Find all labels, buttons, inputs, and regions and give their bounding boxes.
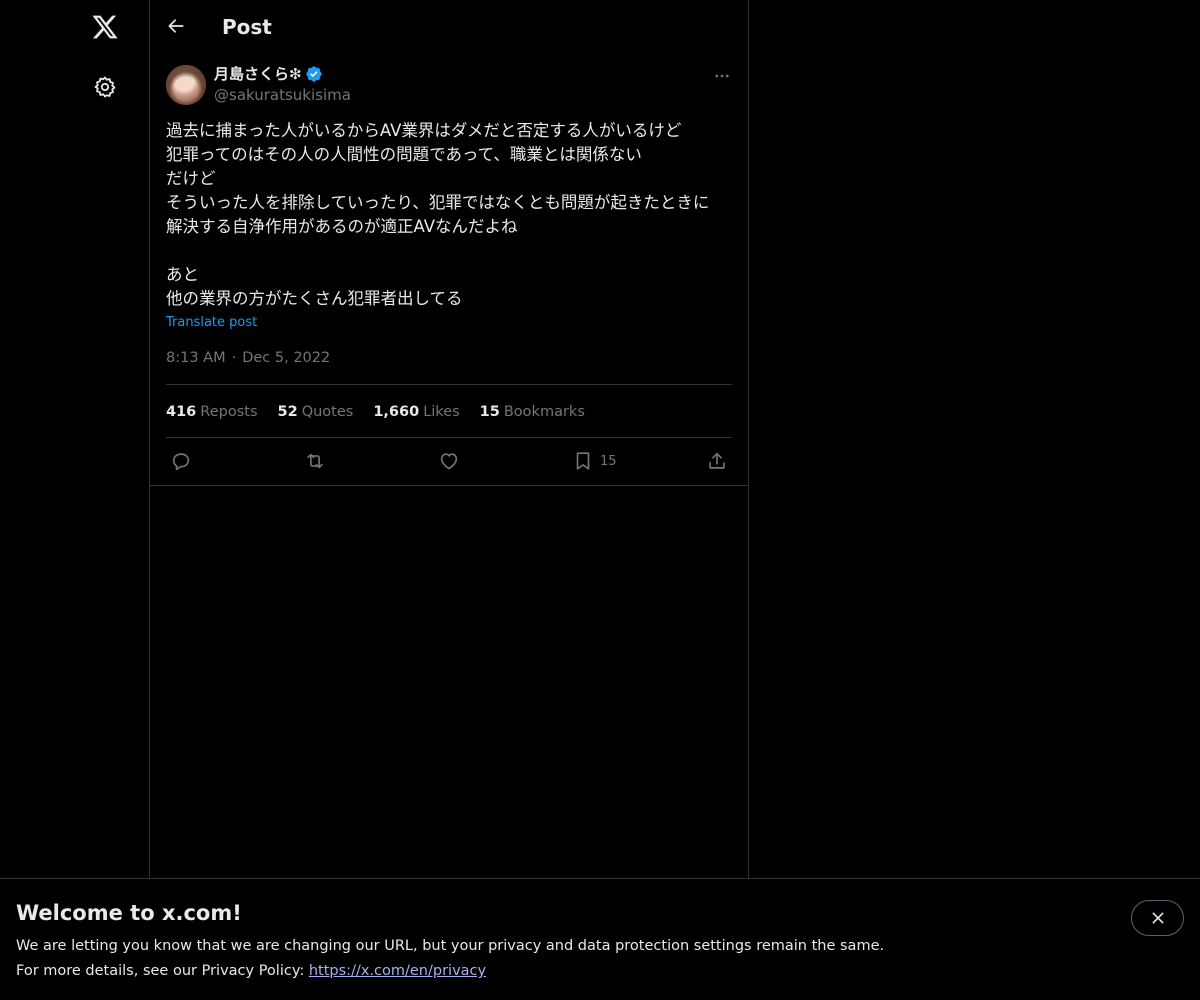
quotes-stat[interactable]: 52 Quotes [278, 404, 354, 420]
author-name-text: 月島さくら❇︎ [214, 65, 302, 83]
bookmarks-stat[interactable]: 15 Bookmarks [480, 404, 585, 420]
close-icon[interactable] [1131, 900, 1184, 936]
welcome-banner: Welcome to x.com! We are letting you kno… [0, 878, 1200, 1000]
author-handle[interactable]: @sakuratsukisima [214, 85, 351, 105]
left-nav [0, 0, 150, 1000]
likes-stat[interactable]: 1,660 Likes [373, 404, 459, 420]
translate-post-link[interactable]: Translate post [166, 313, 257, 333]
banner-title: Welcome to x.com! [16, 901, 242, 925]
separator: · [231, 350, 237, 366]
post-text-line: 解決する自浄作用があるのが適正AVなんだよね [166, 217, 518, 236]
post-text-line: 他の業界の方がたくさん犯罪者出してる [166, 289, 463, 308]
bookmark-count: 15 [600, 453, 617, 469]
verified-badge-icon [305, 65, 323, 83]
avatar[interactable] [166, 65, 206, 105]
gear-icon[interactable] [89, 71, 121, 103]
post-time: 8:13 AM [166, 350, 226, 366]
banner-message: We are letting you know that we are chan… [16, 938, 885, 954]
reposts-stat[interactable]: 416 Reposts [166, 404, 258, 420]
post-text-line [166, 239, 736, 263]
more-options-icon[interactable] [710, 64, 734, 88]
share-icon[interactable] [706, 447, 728, 475]
post-text-line: そういった人を排除していったり、犯罪ではなくとも問題が起きたときに [166, 193, 710, 212]
post-text-line: 過去に捕まった人がいるからAV業界はダメだと否定する人がいるけど [166, 121, 682, 140]
main-column: Post 月島さくら❇︎ @sakuratsukisima 過去に捕まった人がい… [150, 0, 749, 1000]
post-stats: 416 Reposts 52 Quotes 1,660 Likes 15 Bookmar… [166, 400, 585, 424]
privacy-policy-link[interactable]: https://x.com/en/privacy [309, 963, 486, 979]
post-actions: 15 [166, 447, 732, 475]
arrow-left-icon[interactable] [162, 12, 190, 40]
post-text: 過去に捕まった人がいるからAV業界はダメだと否定する人がいるけど 犯罪ってのはそ… [166, 119, 736, 311]
post-timestamp[interactable]: 8:13 AM · Dec 5, 2022 [166, 347, 330, 369]
post-text-line: あと [166, 265, 199, 284]
divider [166, 437, 732, 438]
divider [150, 485, 748, 486]
post-date: Dec 5, 2022 [242, 350, 331, 366]
page-title: Post [222, 15, 272, 39]
banner-details-text: For more details, see our Privacy Policy… [16, 963, 309, 979]
divider [166, 384, 732, 385]
post-header: Post [150, 0, 748, 53]
author-name[interactable]: 月島さくら❇︎ [214, 64, 323, 84]
banner-details: For more details, see our Privacy Policy… [16, 961, 486, 981]
reply-icon[interactable] [170, 447, 192, 475]
post-text-line: 犯罪ってのはその人の人間性の問題であって、職業とは関係ない [166, 145, 642, 164]
bookmark-icon[interactable]: 15 [572, 447, 617, 475]
heart-icon[interactable] [438, 447, 460, 475]
repost-icon[interactable] [304, 447, 326, 475]
x-logo-icon[interactable] [89, 11, 121, 43]
post-text-line: だけど [166, 169, 216, 188]
